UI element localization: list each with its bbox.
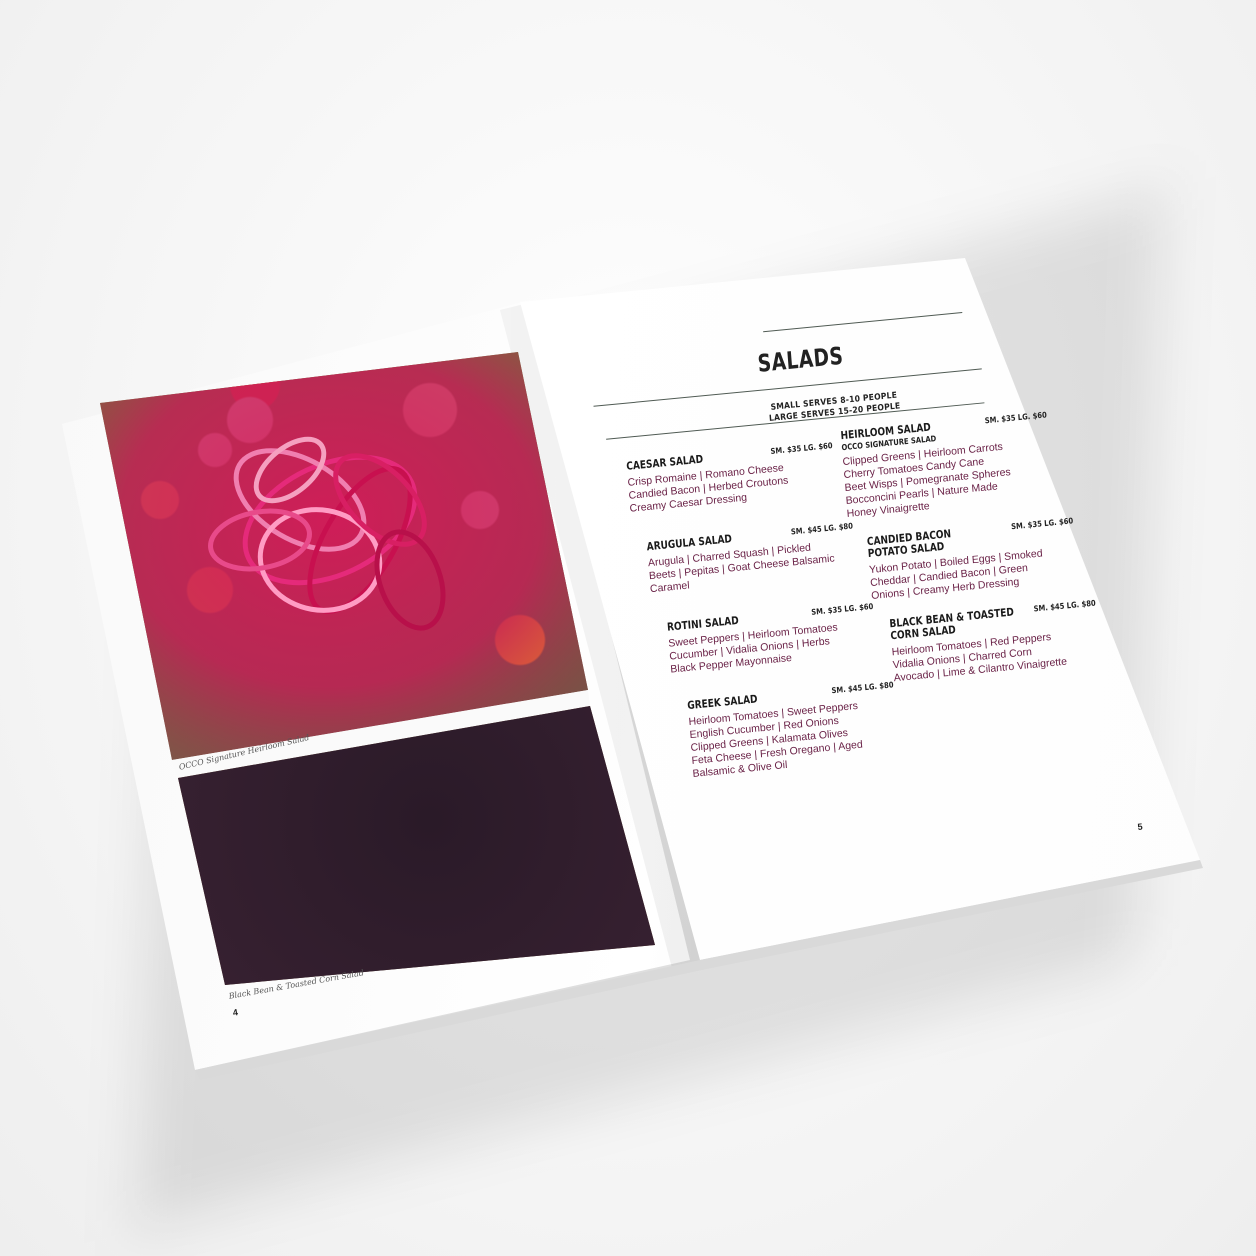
salad-menu: SALADS SMALL SERVES 8-10 PEOPLE LARGE SE… xyxy=(588,288,1123,805)
menu-item-heirloom: HEIRLOOM SALAD SM. $35 LG. $60 OCCO SIGN… xyxy=(840,410,1061,521)
page-number-right: 5 xyxy=(1137,821,1144,832)
menu-item-greek: GREEK SALAD SM. $45 LG. $80 Heirloom Tom… xyxy=(687,680,907,781)
menu-item-black-bean-corn: BLACK BEAN & TOASTED CORN SALAD SM. $45 … xyxy=(889,598,1108,685)
menu-item-candied-bacon-potato: CANDIED BACON POTATO SALAD SM. $35 LG. $… xyxy=(866,516,1086,603)
menu-title: SALADS xyxy=(756,341,845,378)
photo-backdrop: OCCO Signature Heirloom Salad Black Bean… xyxy=(0,0,1256,1256)
menu-item-rotini: ROTINI SALAD SM. $35 LG. $60 Sweet Peppe… xyxy=(667,601,885,676)
menu-item-caesar: CAESAR SALAD SM. $35 LG. $60 Crisp Romai… xyxy=(626,440,844,515)
menu-item-arugula: ARUGULA SALAD SM. $45 LG. $80 Arugula | … xyxy=(646,521,864,596)
